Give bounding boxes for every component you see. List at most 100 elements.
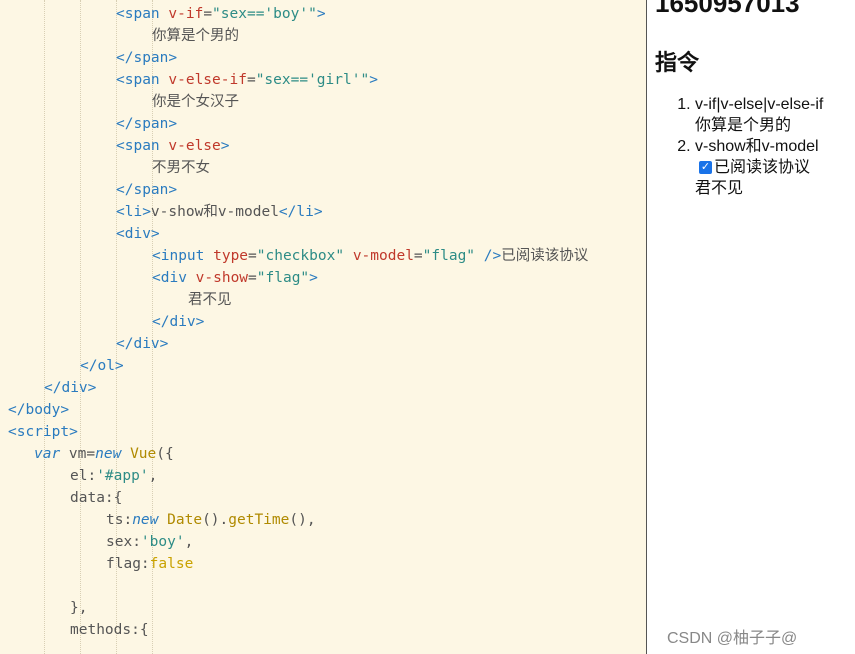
code-token: 你是个女汉子 bbox=[152, 94, 239, 110]
code-token: '#app' bbox=[96, 468, 149, 484]
code-line: <span v-else> bbox=[116, 135, 230, 157]
code-token: "flag" bbox=[256, 270, 310, 286]
code-token: <div bbox=[152, 270, 196, 286]
code-line: <li>v-show和v-model</li> bbox=[116, 201, 323, 223]
code-line: <span v-else-if="sex=='girl'"> bbox=[116, 69, 378, 91]
indent-guide bbox=[44, 0, 45, 654]
code-token: </div> bbox=[116, 336, 169, 352]
code-token: = bbox=[203, 6, 213, 22]
code-line: 君不见 bbox=[188, 289, 232, 311]
code-line: </body> bbox=[8, 399, 69, 421]
checkmark-icon: ✓ bbox=[700, 161, 711, 173]
agreement-row: ✓ 已阅读该协议 bbox=[695, 157, 823, 178]
code-line: </span> bbox=[116, 179, 177, 201]
code-token: getTime bbox=[228, 512, 290, 528]
code-line: </div> bbox=[44, 377, 96, 399]
list-item: v-show和v-model ✓ 已阅读该协议 君不见 bbox=[695, 136, 823, 199]
code-token: 你算是个男的 bbox=[152, 28, 239, 44]
indent-guide bbox=[80, 0, 81, 654]
code-token: methods:{ bbox=[70, 622, 149, 638]
code-token: <span bbox=[116, 6, 169, 22]
code-token: 君不见 bbox=[188, 292, 232, 308]
code-token: </span> bbox=[116, 116, 178, 132]
code-token: el: bbox=[70, 468, 97, 484]
code-token: v-else-if bbox=[168, 72, 247, 88]
code-token: /> bbox=[475, 248, 502, 264]
code-token: Vue bbox=[130, 446, 157, 462]
code-token: Date bbox=[167, 512, 203, 528]
code-line: sex:'boy', bbox=[106, 531, 193, 553]
agreement-label: 已阅读该协议 bbox=[714, 159, 811, 176]
code-token: v-else bbox=[168, 138, 221, 154]
code-token: 已阅读该协议 bbox=[501, 248, 589, 264]
code-token: <script> bbox=[8, 424, 78, 440]
code-token: = bbox=[246, 72, 256, 88]
code-line: </div> bbox=[152, 311, 204, 333]
code-token: = bbox=[248, 248, 257, 264]
code-token: }, bbox=[70, 600, 88, 616]
code-token: = bbox=[248, 270, 257, 286]
code-token: <span bbox=[116, 138, 169, 154]
code-token: > bbox=[309, 270, 318, 286]
directive-heading: 指令 bbox=[655, 50, 700, 75]
code-line: }, bbox=[70, 597, 87, 619]
code-token: <span bbox=[116, 72, 169, 88]
code-line: methods:{ bbox=[70, 619, 149, 641]
code-line: <span v-if="sex=='boy'"> bbox=[116, 3, 326, 25]
code-line: <script> bbox=[8, 421, 78, 443]
code-token: data:{ bbox=[70, 490, 123, 506]
shown-text: 君不见 bbox=[695, 180, 744, 197]
code-editor[interactable]: <span v-if="sex=='boy'"> 你算是个男的 </span> <sp… bbox=[0, 0, 646, 654]
code-token: > bbox=[220, 138, 230, 154]
timestamp-heading: 1650957013 bbox=[655, 0, 800, 18]
code-line: data:{ bbox=[70, 487, 122, 509]
code-line: 你算是个男的 bbox=[152, 25, 239, 47]
code-token: </li> bbox=[278, 204, 323, 220]
conditional-text: 你算是个男的 bbox=[695, 117, 792, 134]
code-line: <input type="checkbox" v-model="flag" />… bbox=[152, 245, 588, 267]
code-line: </div> bbox=[116, 333, 168, 355]
code-token: > bbox=[369, 72, 378, 88]
code-token: , bbox=[184, 534, 194, 550]
code-line: 你是个女汉子 bbox=[152, 91, 239, 113]
code-token: false bbox=[149, 556, 194, 572]
code-token: "sex=='girl'" bbox=[255, 72, 370, 88]
code-line: </span> bbox=[116, 113, 177, 135]
preview-pane: 1650957013 指令 v-if|v-else|v-else-if 你算是个… bbox=[646, 0, 855, 654]
code-token: (), bbox=[289, 512, 316, 528]
directive-list: v-if|v-else|v-else-if 你算是个男的 v-show和v-mo… bbox=[677, 94, 823, 199]
code-token: , bbox=[148, 468, 158, 484]
list-item: v-if|v-else|v-else-if 你算是个男的 bbox=[695, 94, 823, 136]
code-line: </span> bbox=[116, 47, 177, 69]
code-token: v-show bbox=[195, 270, 249, 286]
code-token: sex: bbox=[106, 534, 141, 550]
code-token: 和 bbox=[203, 204, 218, 220]
list-item-label: v-if|v-else|v-else-if bbox=[695, 96, 824, 113]
code-token: "checkbox" bbox=[256, 248, 345, 264]
code-token: </ol> bbox=[80, 358, 124, 374]
code-token: 不男不女 bbox=[152, 160, 210, 176]
agreement-checkbox[interactable]: ✓ bbox=[699, 161, 712, 174]
code-token: vm= bbox=[60, 446, 96, 462]
code-token: </div> bbox=[152, 314, 205, 330]
code-token: = bbox=[413, 248, 423, 264]
list-item-label: v-show和v-model bbox=[695, 138, 819, 155]
code-token: <div> bbox=[116, 226, 160, 242]
code-line: <div v-show="flag"> bbox=[152, 267, 318, 289]
code-token: <li> bbox=[116, 204, 151, 220]
code-token: <input bbox=[152, 248, 214, 264]
code-token: "sex=='boy'" bbox=[212, 6, 317, 22]
code-line: </ol> bbox=[80, 355, 124, 377]
code-token: </div> bbox=[44, 380, 97, 396]
code-token: new bbox=[95, 446, 122, 462]
code-token: var bbox=[34, 446, 61, 462]
code-token: "flag" bbox=[422, 248, 476, 264]
code-token: flag: bbox=[106, 556, 150, 572]
code-token: v-if bbox=[168, 6, 204, 22]
watermark: CSDN @柚子子@ bbox=[667, 630, 798, 647]
code-line: 不男不女 bbox=[152, 157, 210, 179]
code-line: <div> bbox=[116, 223, 160, 245]
code-token: ({ bbox=[156, 446, 174, 462]
